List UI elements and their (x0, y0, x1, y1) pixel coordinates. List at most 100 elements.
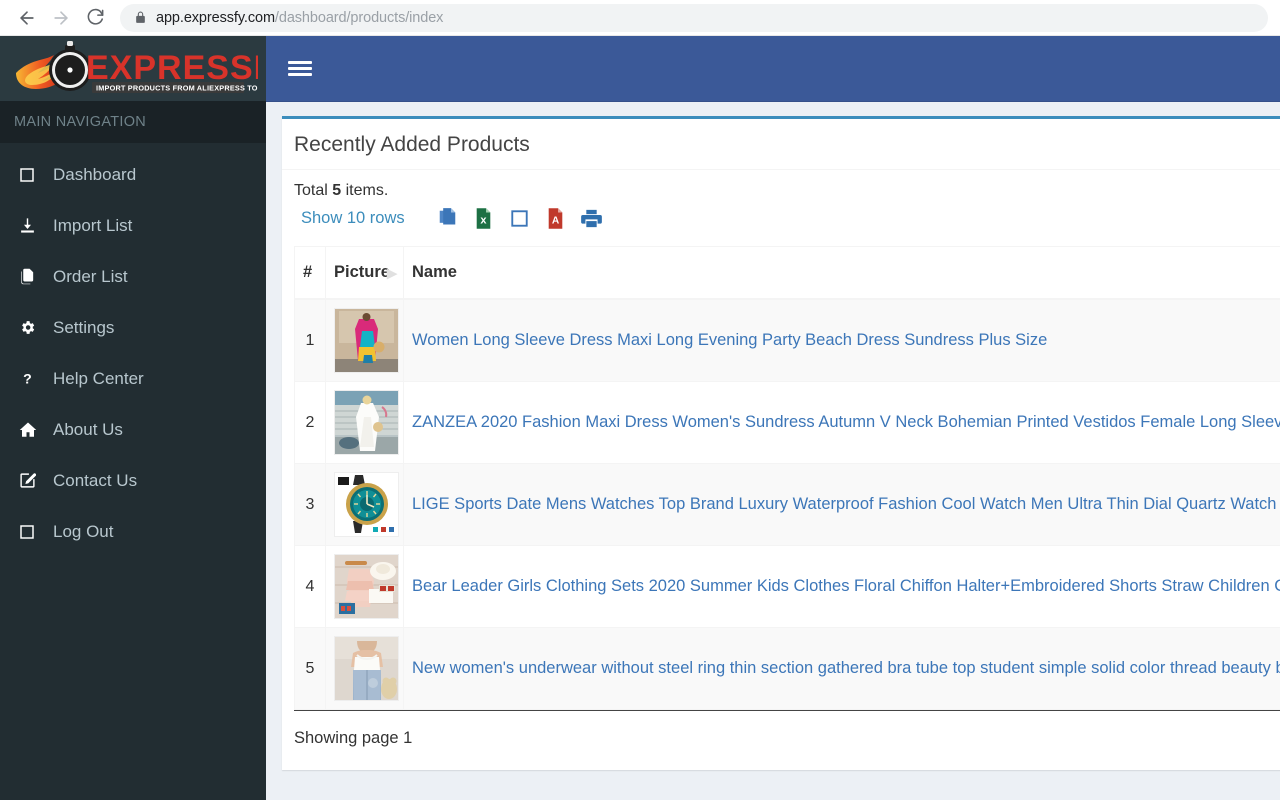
excel-icon[interactable]: x (466, 207, 502, 229)
sidebar-item-import-list[interactable]: Import List (0, 200, 266, 251)
product-name-link[interactable]: Bear Leader Girls Clothing Sets 2020 Sum… (412, 577, 1280, 595)
row-picture-cell (325, 298, 404, 383)
browser-forward-button[interactable] (46, 3, 76, 33)
total-items-summary: Total 5 items. (294, 182, 1280, 200)
column-header-number[interactable]: # (294, 246, 326, 301)
square-icon (19, 524, 47, 540)
product-thumbnail[interactable] (334, 390, 399, 456)
svg-text:?: ? (23, 371, 32, 387)
sort-caret-icon: ▶ (387, 265, 397, 281)
row-number: 3 (294, 463, 326, 547)
browser-toolbar: app.expressfy.com/dashboard/products/ind… (0, 0, 1280, 36)
app-shell: EXPRESSFY IMPORT PRODUCTS FROM ALIEXPRES… (0, 36, 1280, 800)
table-header-row: # Picture ▶ Name (294, 246, 1280, 301)
product-name-link[interactable]: LIGE Sports Date Mens Watches Top Brand … (412, 495, 1280, 513)
row-name-cell: LIGE Sports Date Mens Watches Top Brand … (403, 463, 1280, 547)
sidebar-item-label: Contact Us (53, 470, 138, 490)
browser-back-button[interactable] (12, 3, 42, 33)
product-name-link[interactable]: ZANZEA 2020 Fashion Maxi Dress Women's S… (412, 413, 1280, 431)
row-name-cell: Women Long Sleeve Dress Maxi Long Evenin… (403, 298, 1280, 383)
column-header-name[interactable]: Name (403, 246, 1280, 301)
products-grid-wrapper: # Picture ▶ Name 1 Women Long Sleeve Dre… (294, 246, 1280, 711)
sidebar-item-log-out[interactable]: Log Out (0, 506, 266, 557)
sidebar-item-about-us[interactable]: About Us (0, 404, 266, 455)
row-number: 2 (294, 381, 326, 465)
table-head: # Picture ▶ Name (294, 246, 1280, 301)
app-logo[interactable]: EXPRESSFY IMPORT PRODUCTS FROM ALIEXPRES… (0, 36, 266, 101)
sidebar-item-dashboard[interactable]: Dashboard (0, 149, 266, 200)
question-mark-icon: ? (19, 370, 47, 387)
row-name-cell: New women's underwear without steel ring… (403, 627, 1280, 711)
sidebar-item-label: Log Out (53, 521, 114, 541)
copy-icon[interactable] (430, 207, 466, 229)
svg-text:EXPRESSFY: EXPRESSFY (86, 49, 258, 87)
sidebar-item-label: Dashboard (53, 164, 137, 184)
product-thumbnail[interactable] (334, 472, 399, 538)
row-picture-cell (325, 463, 404, 547)
hamburger-icon[interactable] (288, 59, 312, 78)
table-row[interactable]: 3 LIGE Sports Date Mens Watches Top Bran… (294, 463, 1280, 547)
column-header-picture-label: Picture (334, 263, 390, 282)
svg-text:A: A (552, 215, 560, 226)
content-wrapper: Recently Added Products Total 5 items. S… (266, 102, 1280, 771)
grid-toolbar: Show 10 rows x A (294, 204, 1280, 232)
download-icon (19, 217, 47, 234)
product-name-link[interactable]: Women Long Sleeve Dress Maxi Long Evenin… (412, 331, 1047, 349)
product-thumbnail[interactable] (334, 554, 399, 620)
address-bar[interactable]: app.expressfy.com/dashboard/products/ind… (120, 3, 1268, 32)
sidebar-item-settings[interactable]: Settings (0, 302, 266, 353)
gear-icon (19, 319, 47, 336)
url-path: /dashboard/products/index (274, 9, 444, 26)
table-row[interactable]: 2 ZANZEA 2020 Fashion Maxi Dress Women's… (294, 381, 1280, 465)
recently-added-products-box: Recently Added Products Total 5 items. S… (282, 116, 1280, 771)
sidebar-item-label: Settings (53, 317, 115, 337)
sidebar-nav-list: Dashboard Import List Order List Setting… (0, 143, 266, 557)
sidebar-item-label: Order List (53, 266, 128, 286)
summary-prefix: Total (294, 182, 333, 200)
sidebar-item-help-center[interactable]: ? Help Center (0, 353, 266, 404)
pencil-square-icon (19, 472, 47, 489)
product-thumbnail[interactable] (334, 636, 399, 702)
row-number: 1 (294, 298, 326, 383)
row-picture-cell (325, 381, 404, 465)
browser-reload-button[interactable] (80, 3, 110, 33)
pagination-summary: Showing page 1 (294, 710, 1280, 770)
product-name-link[interactable]: New women's underwear without steel ring… (412, 659, 1280, 677)
table-row[interactable]: 4 Bear Leader Girls Clothing Sets 2020 S… (294, 545, 1280, 629)
box-body: Total 5 items. Show 10 rows x A # Pictur… (282, 170, 1280, 770)
sidebar-item-order-list[interactable]: Order List (0, 251, 266, 302)
row-number: 4 (294, 545, 326, 629)
summary-suffix: items. (341, 182, 389, 200)
summary-count: 5 (332, 182, 342, 200)
show-rows-link[interactable]: Show 10 rows (301, 209, 405, 228)
product-thumbnail[interactable] (334, 308, 399, 374)
box-header: Recently Added Products (282, 119, 1280, 171)
expressfy-logo-icon: EXPRESSFY IMPORT PRODUCTS FROM ALIEXPRES… (16, 40, 258, 93)
table-row[interactable]: 5 New women's underwear without steel ri… (294, 627, 1280, 711)
text-icon[interactable] (502, 209, 538, 227)
printer-icon[interactable] (574, 209, 610, 228)
sidebar-item-label: Help Center (53, 368, 144, 388)
row-picture-cell (325, 627, 404, 711)
sidebar-item-label: About Us (53, 419, 123, 439)
copy-files-icon (19, 268, 47, 285)
row-picture-cell (325, 545, 404, 629)
products-table: # Picture ▶ Name 1 Women Long Sleeve Dre… (294, 246, 1280, 711)
sidebar: EXPRESSFY IMPORT PRODUCTS FROM ALIEXPRES… (0, 36, 266, 800)
sidebar-item-contact-us[interactable]: Contact Us (0, 455, 266, 506)
row-name-cell: ZANZEA 2020 Fashion Maxi Dress Women's S… (403, 381, 1280, 465)
pdf-icon[interactable]: A (538, 207, 574, 229)
page-title: Recently Added Products (294, 133, 530, 156)
table-row[interactable]: 1 Women Long Sleeve Dress Maxi Long Even… (294, 298, 1280, 383)
column-header-picture[interactable]: Picture ▶ (325, 246, 404, 301)
url-text: app.expressfy.com/dashboard/products/ind… (156, 10, 443, 26)
lock-icon (134, 11, 147, 24)
square-icon (19, 167, 47, 183)
svg-text:IMPORT PRODUCTS FROM ALIEXPRES: IMPORT PRODUCTS FROM ALIEXPRESS TO SHOPI… (96, 83, 258, 92)
url-host: app.expressfy.com (156, 9, 275, 26)
svg-text:x: x (481, 214, 488, 226)
top-navbar (266, 36, 1280, 102)
sidebar-section-header: MAIN NAVIGATION (0, 101, 266, 143)
table-body: 1 Women Long Sleeve Dress Maxi Long Even… (294, 298, 1280, 711)
home-icon (19, 421, 47, 439)
